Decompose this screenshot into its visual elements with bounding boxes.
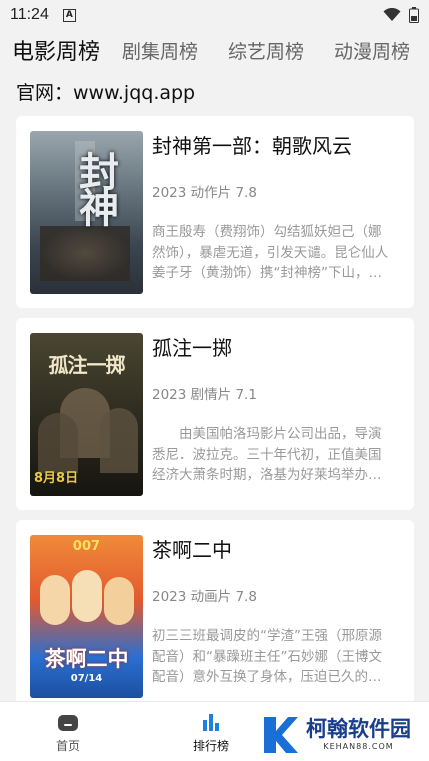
nav-home[interactable]: 首页 — [56, 712, 80, 754]
poster-title: 孤注一掷 — [48, 353, 126, 377]
status-icons — [383, 7, 419, 23]
tv-icon — [58, 715, 78, 731]
movie-title: 封神第一部：朝歌风云 — [152, 134, 352, 158]
nav-rank-label: 排行榜 — [193, 739, 230, 753]
movie-description: 商王殷寿（费翔饰）勾结狐妖妲己（娜然饰），暴虐无道，引发天谴。昆仑仙人姜子牙（黄… — [152, 224, 389, 281]
tab-movie-weekly[interactable]: 电影周榜 — [12, 34, 100, 66]
notification-icon: A — [62, 8, 76, 22]
nav-home-label: 首页 — [56, 739, 81, 753]
battery-icon — [409, 7, 419, 23]
movie-list: 封神 封神第一部：朝歌风云 2023 动作片 7.8 商王殷寿（费翔饰）勾结狐妖… — [16, 116, 414, 722]
status-time: 11:24 — [10, 6, 49, 23]
watermark-en: KEHAN88.COM — [323, 742, 394, 751]
movie-meta: 2023 动作片 7.8 — [152, 185, 257, 201]
official-site-text: 官网：www.jqq.app — [16, 82, 196, 104]
status-bar: 11:24 A — [0, 0, 429, 30]
movie-card[interactable]: 封神 封神第一部：朝歌风云 2023 动作片 7.8 商王殷寿（费翔饰）勾结狐妖… — [16, 116, 414, 308]
nav-rank[interactable]: 排行榜 — [193, 712, 229, 754]
movie-meta: 2023 剧情片 7.1 — [152, 387, 257, 403]
bottom-nav: 首页 排行榜 柯翰软件园 KEHAN88.COM — [0, 701, 429, 761]
movie-description: 由美国帕洛玛影片公司出品，导演悉尼．波拉克。三十年代初，正值美国经济大萧条时期，… — [152, 426, 382, 483]
tab-series-weekly[interactable]: 剧集周榜 — [122, 37, 198, 64]
movie-poster[interactable]: 孤注一掷 8月8日 — [30, 333, 143, 496]
tab-variety-weekly[interactable]: 综艺周榜 — [228, 37, 304, 64]
movie-poster[interactable]: 封神 — [30, 131, 143, 294]
wifi-icon — [383, 8, 401, 21]
tab-anime-weekly[interactable]: 动漫周榜 — [334, 37, 410, 64]
movie-description: 初三三班最调皮的“学渣”王强（邢原源配音）和“暴躁班主任”石妙娜（王博文配音）意… — [152, 628, 382, 685]
movie-title: 孤注一掷 — [152, 336, 232, 360]
watermark: 柯翰软件园 KEHAN88.COM — [260, 715, 411, 755]
category-tabs: 电影周榜 剧集周榜 综艺周榜 动漫周榜 — [0, 30, 429, 70]
poster-title: 茶啊二中 — [44, 646, 129, 671]
watermark-text: 柯翰软件园 KEHAN88.COM — [306, 719, 411, 751]
watermark-cn: 柯翰软件园 — [306, 717, 411, 741]
movie-poster[interactable]: 007 茶啊二中 07/14 — [30, 535, 143, 698]
kehan-logo — [264, 717, 298, 753]
poster-date: 07/14 — [70, 673, 103, 684]
poster-date: 8月8日 — [34, 471, 79, 486]
movie-meta: 2023 动画片 7.8 — [152, 589, 257, 605]
poster-top-text: 007 — [72, 539, 101, 554]
movie-card[interactable]: 007 茶啊二中 07/14 茶啊二中 2023 动画片 7.8 初三三班最调皮… — [16, 520, 414, 712]
movie-title: 茶啊二中 — [152, 538, 232, 562]
ranking-bar-icon — [203, 714, 219, 731]
movie-card[interactable]: 孤注一掷 8月8日 孤注一掷 2023 剧情片 7.1 由美国帕洛玛影片公司出品… — [16, 318, 414, 510]
poster-title: 封神 — [72, 151, 119, 223]
